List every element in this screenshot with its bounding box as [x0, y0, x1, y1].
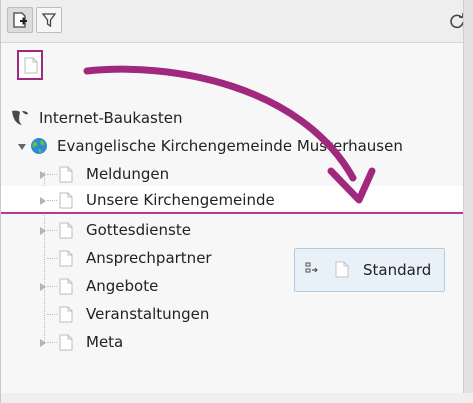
page-tree-panel: Internet-Baukasten Evangelische Kircheng… [0, 0, 473, 403]
drag-direction-arrow [83, 65, 376, 204]
panel-bottom-edge [1, 393, 473, 403]
scroll-edge [463, 0, 473, 403]
